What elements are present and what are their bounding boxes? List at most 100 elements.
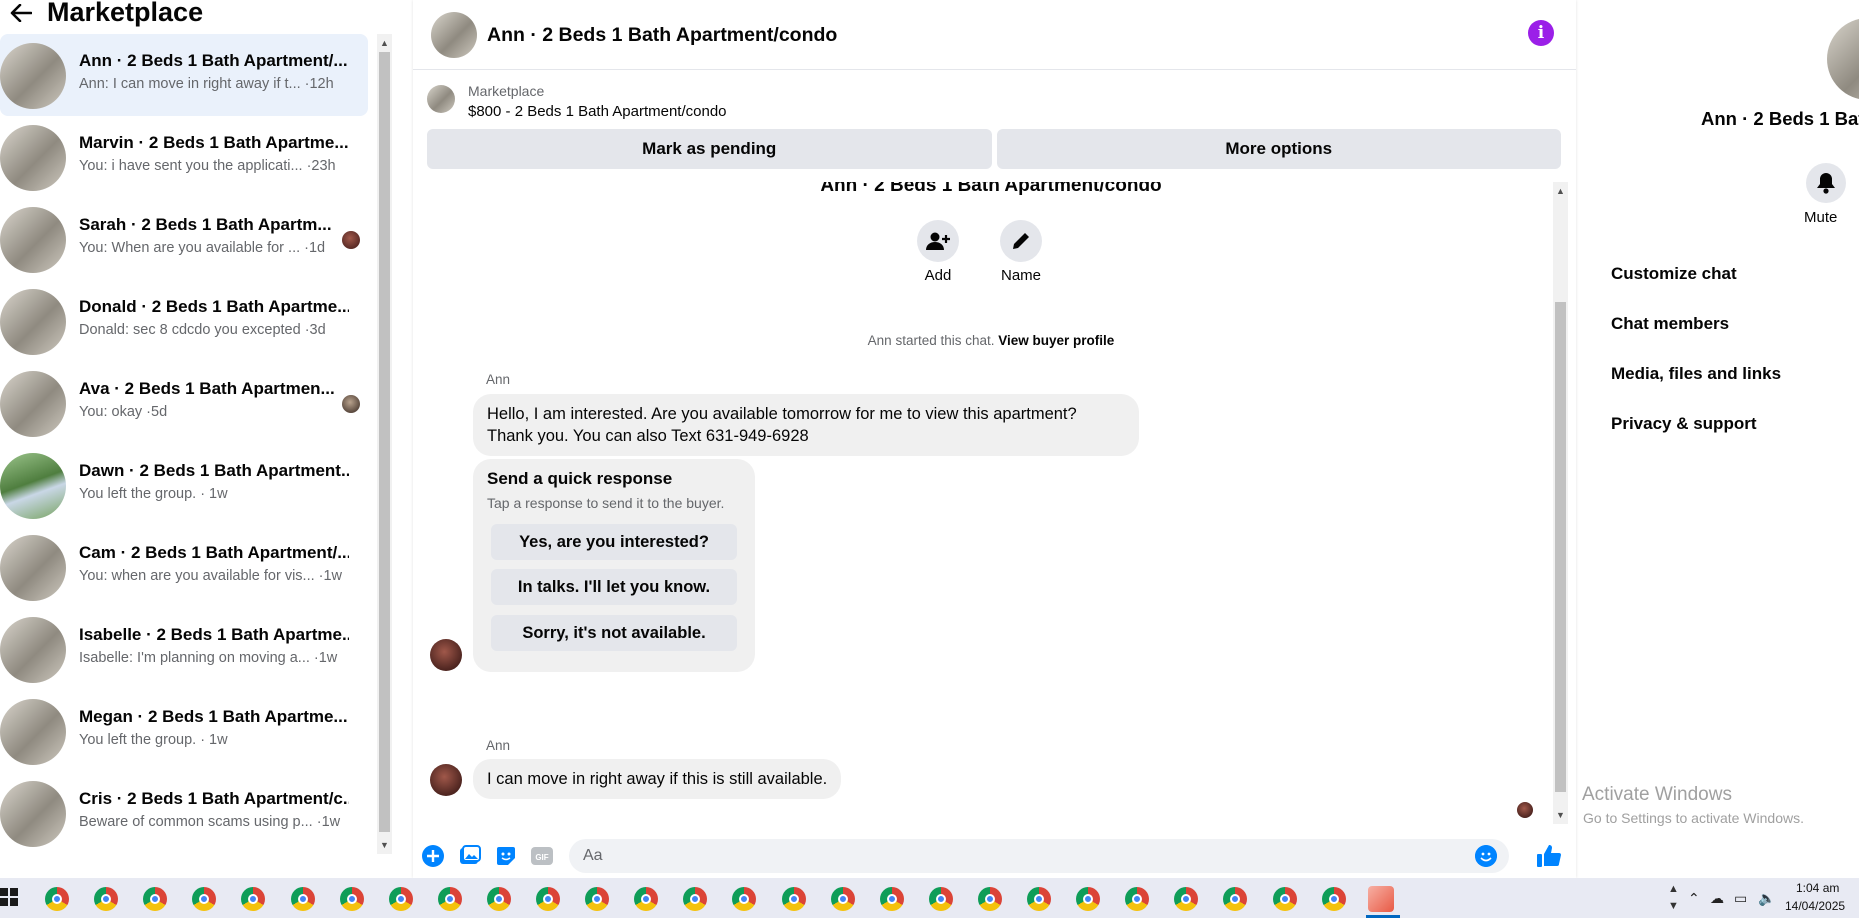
- snipping-tool-icon[interactable]: [1368, 886, 1394, 912]
- started-text: Ann started this chat.: [867, 333, 995, 348]
- chrome-icon[interactable]: [1027, 887, 1051, 911]
- conversation-item[interactable]: Cam · 2 Beds 1 Bath Apartment/... You: w…: [0, 526, 368, 608]
- chrome-icon[interactable]: [1174, 887, 1199, 911]
- quick-response-option[interactable]: Sorry, it's not available.: [491, 615, 737, 651]
- conversation-sidebar: Marketplace Ann · 2 Beds 1 Bath Apartmen…: [0, 0, 395, 878]
- emoji-icon[interactable]: [1475, 845, 1497, 867]
- conversation-item[interactable]: Isabelle · 2 Beds 1 Bath Apartme... Isab…: [0, 608, 368, 690]
- mark-pending-button[interactable]: Mark as pending: [427, 129, 992, 169]
- scrollbar-thumb[interactable]: [379, 52, 390, 832]
- thread-scrollbar[interactable]: ▲ ▼: [1553, 182, 1568, 824]
- chrome-icon[interactable]: [1321, 887, 1346, 911]
- taskbar-scroll-down-icon[interactable]: ▼: [1668, 900, 1679, 912]
- chrome-icon[interactable]: [45, 887, 69, 911]
- quick-response-subtitle: Tap a response to send it to the buyer.: [487, 495, 725, 511]
- chrome-icon[interactable]: [879, 887, 904, 911]
- chrome-icon[interactable]: [437, 887, 462, 911]
- message-line: Hello, I am interested. Are you availabl…: [487, 405, 1077, 423]
- sender-name: Ann: [486, 738, 511, 753]
- chrome-icon[interactable]: [1076, 887, 1101, 911]
- conversation-item[interactable]: Marvin · 2 Beds 1 Bath Apartme... You: i…: [0, 116, 368, 198]
- photo-icon[interactable]: [459, 845, 481, 867]
- scroll-down-icon[interactable]: ▼: [1556, 810, 1565, 820]
- chat-header: Ann · 2 Beds 1 Bath Apartment/condo i: [413, 0, 1576, 70]
- conversation-item[interactable]: Cris · 2 Beds 1 Bath Apartment/c... Bewa…: [0, 772, 368, 854]
- network-icon[interactable]: ▭: [1734, 890, 1747, 907]
- conversation-item[interactable]: Dawn · 2 Beds 1 Bath Apartment... You le…: [0, 444, 368, 526]
- conversation-snippet: You: i have sent you the applicati... ·2…: [79, 158, 336, 174]
- chat-avatar[interactable]: [431, 12, 477, 58]
- listing-banner[interactable]: Marketplace $800 - 2 Beds 1 Bath Apartme…: [413, 71, 1576, 127]
- chrome-icon[interactable]: [830, 887, 855, 911]
- onedrive-error-icon[interactable]: ☁: [1710, 890, 1724, 907]
- name-button[interactable]: [1000, 220, 1042, 262]
- chrome-icon[interactable]: [585, 887, 610, 911]
- chrome-icon[interactable]: [928, 887, 953, 911]
- seen-avatar: [342, 231, 360, 249]
- conversation-name: Ava · 2 Beds 1 Bath Apartmen...: [79, 379, 335, 398]
- chrome-icon[interactable]: [977, 887, 1002, 911]
- quick-response-option[interactable]: Yes, are you interested?: [491, 524, 737, 560]
- info-icon[interactable]: i: [1528, 20, 1554, 46]
- back-arrow-icon[interactable]: [6, 0, 36, 26]
- chrome-icon[interactable]: [1223, 887, 1248, 911]
- chrome-icon[interactable]: [290, 887, 315, 911]
- sender-avatar[interactable]: [430, 639, 462, 671]
- media-files-links-item[interactable]: Media, files and links: [1611, 364, 1781, 384]
- mute-button[interactable]: [1806, 163, 1846, 203]
- chrome-icon[interactable]: [388, 887, 413, 911]
- listing-avatar: [0, 207, 66, 273]
- scroll-up-icon[interactable]: ▲: [1556, 186, 1565, 196]
- add-people-button[interactable]: [917, 220, 959, 262]
- chrome-icon[interactable]: [536, 887, 560, 911]
- tray-overflow-icon[interactable]: ⌃: [1688, 890, 1700, 907]
- message-input[interactable]: Aa: [569, 839, 1509, 873]
- conversation-snippet: You: okay ·5d: [79, 404, 168, 420]
- conversation-item[interactable]: Sarah · 2 Beds 1 Bath Apartm... You: Whe…: [0, 198, 368, 280]
- scroll-down-icon[interactable]: ▼: [380, 840, 389, 850]
- mute-label: Mute: [1804, 209, 1838, 226]
- conversation-item[interactable]: Ava · 2 Beds 1 Bath Apartmen... You: oka…: [0, 362, 368, 444]
- sidebar-scrollbar[interactable]: ▲ ▼: [377, 34, 392, 854]
- plus-circle-icon[interactable]: [422, 845, 444, 867]
- view-buyer-profile-link[interactable]: View buyer profile: [998, 333, 1114, 348]
- chrome-icon[interactable]: [486, 887, 511, 911]
- chrome-icon[interactable]: [94, 887, 119, 911]
- chrome-icon[interactable]: [732, 887, 757, 911]
- more-options-button[interactable]: More options: [996, 129, 1561, 169]
- thumbs-up-icon[interactable]: [1536, 844, 1562, 868]
- chrome-icon[interactable]: [241, 887, 266, 911]
- sticker-icon[interactable]: [495, 845, 517, 867]
- scrollbar-thumb[interactable]: [1555, 302, 1566, 792]
- scroll-up-icon[interactable]: ▲: [380, 38, 389, 48]
- listing-avatar: [0, 453, 66, 519]
- gif-icon[interactable]: GIF: [531, 845, 553, 867]
- customize-chat-item[interactable]: Customize chat: [1611, 264, 1737, 284]
- chrome-icon[interactable]: [192, 887, 217, 911]
- taskbar-scroll-up-icon[interactable]: ▲: [1668, 883, 1679, 895]
- chrome-icon[interactable]: [1272, 887, 1297, 911]
- chrome-icon[interactable]: [1125, 887, 1150, 911]
- conversation-item[interactable]: Ann · 2 Beds 1 Bath Apartment/... Ann: I…: [0, 34, 368, 116]
- conversation-item[interactable]: Donald · 2 Beds 1 Bath Apartme... Donald…: [0, 280, 368, 362]
- windows-start-icon[interactable]: [0, 888, 18, 906]
- chrome-icon[interactable]: [143, 887, 168, 911]
- clock-time[interactable]: 1:04 am: [1796, 881, 1839, 895]
- clock-date[interactable]: 14/04/2025: [1785, 899, 1845, 913]
- volume-icon[interactable]: 🔈: [1758, 890, 1775, 907]
- conversation-snippet: Donald: sec 8 cdcdo you excepted ·3d: [79, 322, 326, 338]
- chrome-icon[interactable]: [781, 887, 806, 911]
- conversation-name: Donald · 2 Beds 1 Bath Apartme...: [79, 297, 349, 316]
- listing-thumbnail: [427, 85, 455, 113]
- chrome-icon[interactable]: [683, 887, 708, 911]
- chrome-icon[interactable]: [634, 887, 659, 911]
- chat-members-item[interactable]: Chat members: [1611, 314, 1729, 334]
- listing-avatar: [0, 289, 66, 355]
- conversation-item[interactable]: Megan · 2 Beds 1 Bath Apartme... You lef…: [0, 690, 368, 772]
- chat-title[interactable]: Ann · 2 Beds 1 Bath Apartment/condo: [487, 24, 837, 47]
- sender-avatar[interactable]: [430, 764, 462, 796]
- chrome-icon[interactable]: [339, 887, 364, 911]
- privacy-support-item[interactable]: Privacy & support: [1611, 414, 1757, 434]
- quick-response-option[interactable]: In talks. I'll let you know.: [491, 569, 737, 605]
- listing-avatar: [0, 699, 66, 765]
